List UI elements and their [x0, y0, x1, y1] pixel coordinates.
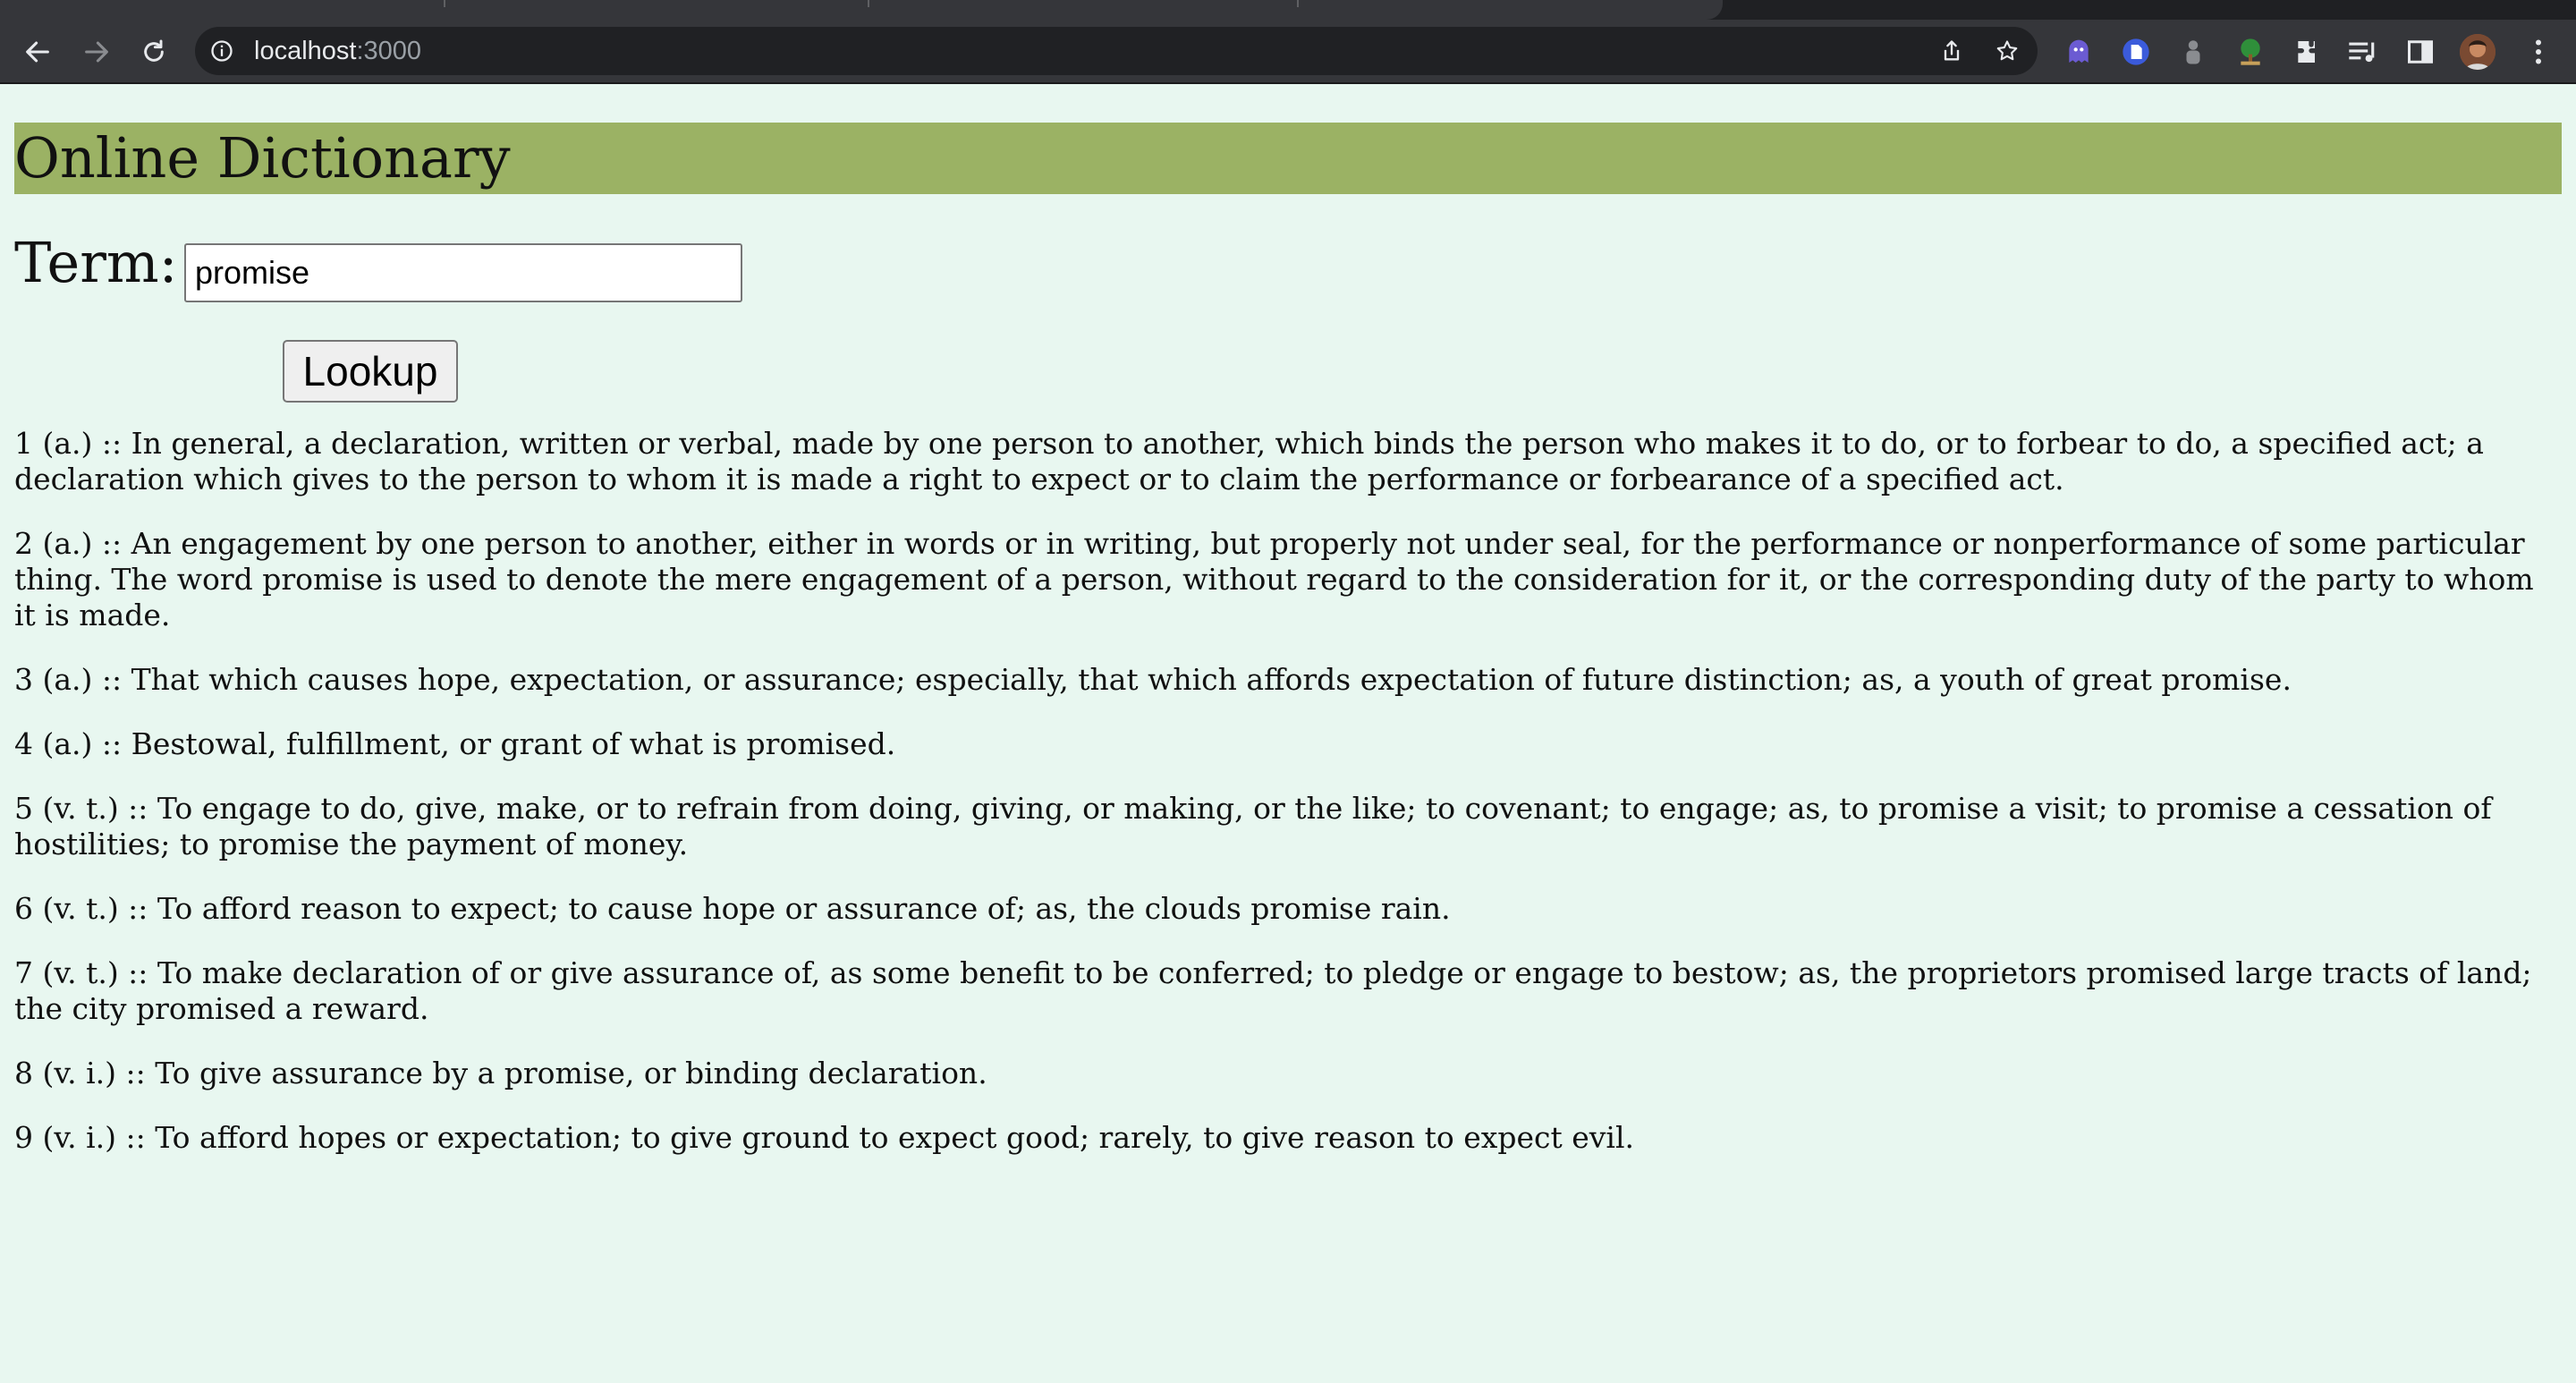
ghost-extension-icon[interactable] [2063, 36, 2095, 68]
figure-icon [2186, 40, 2200, 64]
document-icon [2123, 38, 2149, 65]
tab-separator [1297, 0, 1299, 7]
active-tab[interactable] [0, 0, 1723, 20]
media-controls-button[interactable] [2347, 36, 2379, 68]
reload-button[interactable] [134, 32, 174, 72]
browser-toolbar: localhost:3000 [0, 20, 2576, 82]
arrow-right-icon [85, 41, 108, 63]
address-bar[interactable]: localhost:3000 [195, 27, 2038, 75]
ghost-icon [2069, 39, 2089, 63]
extensions-button[interactable] [2292, 36, 2324, 68]
definition-item: 2 (a.) :: An engagement by one person to… [14, 526, 2544, 632]
menu-button[interactable] [2522, 36, 2555, 68]
tree-icon [2241, 38, 2260, 65]
definition-item: 1 (a.) :: In general, a declaration, wri… [14, 426, 2494, 496]
tab-separator [868, 0, 869, 7]
url-host: localhost [254, 37, 357, 65]
queue-music-icon [2349, 42, 2375, 63]
forward-button[interactable] [77, 32, 116, 72]
term-label: Term: [14, 230, 178, 295]
reload-icon [144, 39, 164, 62]
avatar-icon [2460, 34, 2496, 70]
star-icon[interactable] [1995, 38, 2020, 64]
url-text[interactable]: localhost:3000 [254, 38, 421, 64]
side-panel-icon [2408, 40, 2433, 64]
definition-item: 9 (v. i.) :: To afford hopes or expectat… [14, 1120, 1635, 1155]
profile-avatar[interactable] [2460, 34, 2496, 70]
document-extension-icon[interactable] [2120, 36, 2152, 68]
puzzle-icon [2298, 41, 2315, 63]
side-panel-button[interactable] [2404, 36, 2436, 68]
term-input[interactable] [184, 243, 742, 302]
definition-item: 7 (v. t.) :: To make declaration of or g… [14, 955, 2542, 1026]
arrow-left-icon [26, 41, 49, 63]
page-title: Online Dictionary [14, 125, 511, 191]
back-button[interactable] [18, 32, 57, 72]
grey-extension-icon[interactable] [2177, 36, 2209, 68]
more-vertical-icon [2536, 39, 2541, 64]
url-port: :3000 [356, 37, 422, 65]
definition-item: 5 (v. t.) :: To engage to do, give, make… [14, 791, 2502, 861]
definition-item: 3 (a.) :: That which causes hope, expect… [14, 662, 2292, 697]
tree-extension-icon[interactable] [2234, 36, 2267, 68]
lookup-button[interactable]: Lookup [283, 340, 458, 403]
tab-strip [0, 0, 2576, 20]
share-icon[interactable] [1939, 38, 1964, 64]
definitions-list: 1 (a.) :: In general, a declaration, wri… [14, 426, 2563, 1184]
page-content: Online Dictionary Term: Lookup 1 (a.) ::… [0, 84, 2576, 1383]
definition-item: 6 (v. t.) :: To afford reason to expect;… [14, 891, 1451, 926]
info-icon[interactable] [209, 38, 234, 64]
title-banner: Online Dictionary [14, 123, 2562, 194]
tab-separator [444, 0, 445, 7]
definition-item: 4 (a.) :: Bestowal, fulfillment, or gran… [14, 726, 896, 761]
definition-item: 8 (v. i.) :: To give assurance by a prom… [14, 1056, 987, 1090]
